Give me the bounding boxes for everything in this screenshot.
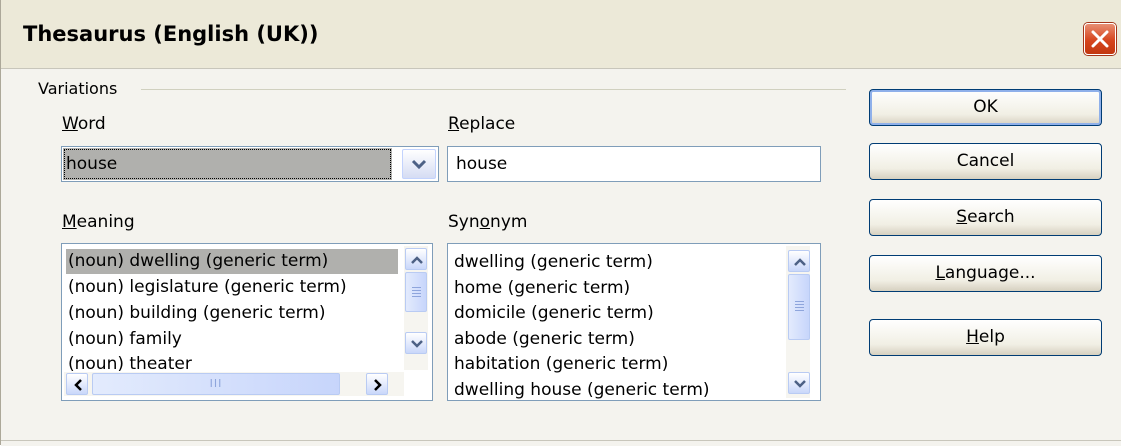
meaning-item[interactable]: (noun) building (generic term) [66,301,325,326]
title-bar[interactable]: Thesaurus (English (UK)) [1,0,1121,68]
chevron-down-icon [411,159,427,170]
chevron-down-icon [411,340,423,348]
word-label: Word [62,114,106,134]
chevron-up-icon [794,258,806,266]
cancel-button[interactable]: Cancel [869,143,1102,180]
word-combobox[interactable]: house [61,146,439,182]
language-button[interactable]: Language... [869,255,1102,292]
meaning-item[interactable]: (noun) dwelling (generic term) [66,249,398,274]
thesaurus-dialog: Thesaurus (English (UK)) Variations Word… [0,0,1121,446]
search-access-key: S [956,207,968,227]
synonym-item[interactable]: dwelling house (generic term) [452,378,710,400]
dialog-bottom-edge [1,440,1121,441]
synonym-scroll-up-button[interactable] [788,250,810,272]
synonym-scroll-down-button[interactable] [788,372,810,394]
chevron-right-icon [374,379,382,391]
group-divider [141,89,846,90]
meaning-scroll-right-button[interactable] [366,373,388,395]
meaning-label: Meaning [62,212,135,232]
close-button[interactable] [1084,23,1116,55]
synonym-label: Synonym [448,212,528,232]
replace-label: Replace [448,114,516,134]
replace-input[interactable]: house [447,146,821,182]
chevron-left-icon [74,379,82,391]
meaning-scroll-left-button[interactable] [66,373,88,395]
help-button-label: elp [978,327,1005,347]
chevron-up-icon [411,256,423,264]
help-access-key: H [966,327,979,347]
word-combobox-value: house [63,148,392,180]
meaning-horizontal-scrollbar[interactable]: III [64,372,404,396]
help-button[interactable]: Help [869,319,1102,356]
search-button-label: earch [967,207,1015,227]
dialog-title: Thesaurus (English (UK)) [23,22,319,46]
synonym-vertical-scrollbar[interactable] [786,246,810,398]
hscroll-grip: III [209,377,223,390]
meaning-item[interactable]: (noun) family [66,327,182,352]
close-x-icon [1091,30,1109,48]
search-button[interactable]: Search [869,199,1102,236]
meaning-listbox[interactable]: (noun) dwelling (generic term) (noun) le… [61,243,433,401]
meaning-vertical-scrollbar[interactable] [404,246,428,370]
synonym-item[interactable]: domicile (generic term) [452,301,654,326]
synonym-item[interactable]: dwelling (generic term) [452,250,653,275]
chevron-down-icon [794,380,806,388]
meaning-hscroll-thumb[interactable]: III [92,373,340,395]
variations-group-label: Variations [38,79,124,98]
language-access-key: L [935,263,945,283]
synonym-item[interactable]: habitation (generic term) [452,352,668,377]
ok-button[interactable]: OK [869,89,1102,126]
meaning-scroll-thumb[interactable] [405,272,427,312]
synonym-scroll-thumb[interactable] [788,274,810,340]
meaning-scroll-down-button[interactable] [405,332,427,354]
word-dropdown-button[interactable] [402,149,436,179]
synonym-listbox[interactable]: dwelling (generic term) home (generic te… [447,243,821,401]
synonym-item[interactable]: home (generic term) [452,276,630,301]
meaning-item[interactable]: (noun) legislature (generic term) [66,275,347,300]
language-button-label: anguage... [944,263,1036,283]
synonym-item[interactable]: abode (generic term) [452,327,635,352]
meaning-scroll-up-button[interactable] [405,248,427,270]
